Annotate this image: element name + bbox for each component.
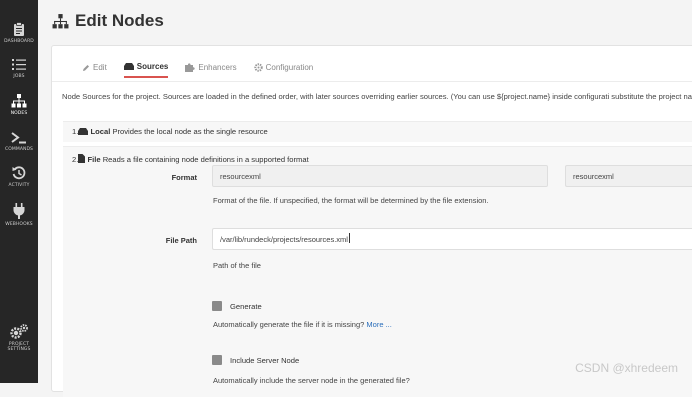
generate-help: Automatically generate the file if it is… xyxy=(213,320,392,329)
list-icon xyxy=(12,59,26,70)
sources-description: Node Sources for the project. Sources ar… xyxy=(62,92,692,101)
page-title-text: Edit Nodes xyxy=(75,11,164,30)
server-icon xyxy=(123,63,134,70)
sidebar: DASHBOARD JOBS NODES COMMANDS ACTIVITY W… xyxy=(0,0,38,383)
page-title: Edit Nodes xyxy=(52,11,164,31)
sitemap-icon xyxy=(52,13,69,28)
include-server-node-help: Automatically include the server node in… xyxy=(213,376,410,385)
include-server-node-label: Include Server Node xyxy=(230,356,300,365)
history-icon xyxy=(12,166,26,180)
sidebar-item-label: ACTIVITY xyxy=(8,183,30,188)
tab-sources[interactable]: Sources xyxy=(123,62,169,78)
file-path-label: File Path xyxy=(165,236,197,245)
more-link[interactable]: More ... xyxy=(366,320,391,329)
source-item-local[interactable]: 1. Local Provides the local node as the … xyxy=(63,121,692,142)
sidebar-item-activity[interactable]: ACTIVITY xyxy=(0,166,38,188)
terminal-icon xyxy=(11,132,26,144)
format-help: Format of the file. If unspecified, the … xyxy=(213,196,489,205)
sidebar-item-label: COMMANDS xyxy=(4,147,33,152)
sidebar-item-label: PROJECT SETTINGS xyxy=(7,342,31,352)
sidebar-item-jobs[interactable]: JOBS xyxy=(0,58,38,79)
server-icon xyxy=(78,128,89,135)
puzzle-icon xyxy=(185,63,196,72)
sidebar-item-label: JOBS xyxy=(13,74,25,79)
sidebar-item-label: NODES xyxy=(10,111,28,116)
file-icon xyxy=(78,154,86,163)
tabs-divider xyxy=(52,81,692,82)
format-input[interactable]: resourcexml xyxy=(565,165,692,187)
include-server-node-checkbox[interactable] xyxy=(212,355,222,365)
sidebar-item-dashboard[interactable]: DASHBOARD xyxy=(0,22,38,44)
format-label: Format xyxy=(171,173,197,182)
plug-icon xyxy=(13,203,25,219)
gears-icon xyxy=(10,324,28,339)
sidebar-item-commands[interactable]: COMMANDS xyxy=(0,132,38,152)
sidebar-item-nodes[interactable]: NODES xyxy=(0,94,38,116)
pencil-icon xyxy=(83,64,89,71)
sidebar-item-webhooks[interactable]: WEBHOOKS xyxy=(0,203,38,227)
generate-label: Generate xyxy=(230,302,262,311)
file-path-input[interactable]: /var/lib/rundeck/projects/resources.xml xyxy=(212,228,692,250)
sidebar-item-project-settings[interactable]: PROJECT SETTINGS xyxy=(0,324,38,352)
format-select[interactable]: resourcexml xyxy=(212,165,548,187)
gear-icon xyxy=(253,63,263,72)
tab-configuration[interactable]: Configuration xyxy=(253,62,313,78)
sidebar-item-label: WEBHOOKS xyxy=(5,222,33,227)
sidebar-item-label: DASHBOARD xyxy=(4,39,34,44)
file-path-help: Path of the file xyxy=(213,261,261,270)
tab-bar: Edit Sources Enhancers Configuration xyxy=(82,62,330,78)
watermark: CSDN @xhredeem xyxy=(575,361,678,375)
clipboard-icon xyxy=(14,22,24,36)
text-cursor xyxy=(348,233,350,243)
tab-enhancers[interactable]: Enhancers xyxy=(185,62,237,78)
edit-nodes-card: Edit Sources Enhancers Configuration Nod… xyxy=(51,45,692,397)
generate-checkbox[interactable] xyxy=(212,301,222,311)
tab-edit[interactable]: Edit xyxy=(82,62,107,78)
sitemap-icon xyxy=(11,94,27,108)
